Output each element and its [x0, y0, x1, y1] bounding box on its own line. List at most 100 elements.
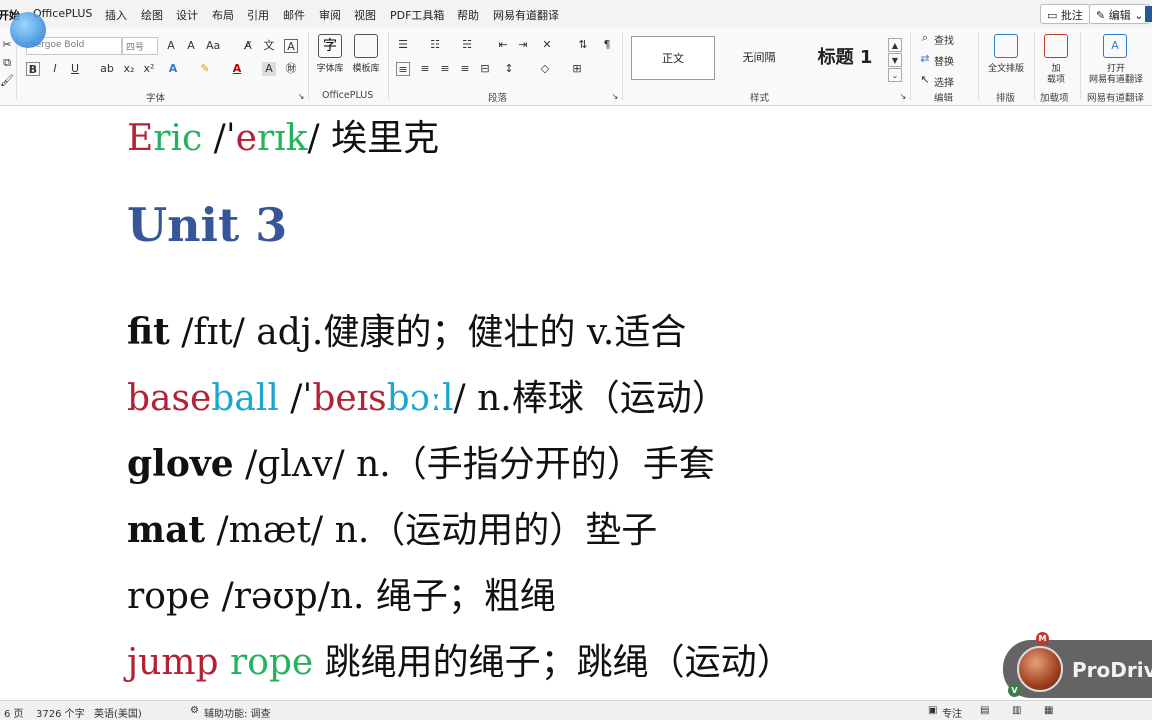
bold-button[interactable]: B: [26, 62, 40, 76]
subscript-icon[interactable]: x₂: [122, 62, 136, 76]
read-mode-icon[interactable]: ▤: [980, 705, 989, 716]
styles-scroll-up-icon[interactable]: ▲: [888, 38, 902, 52]
font-group-label: 字体: [146, 93, 166, 104]
shrink-font-icon[interactable]: A: [184, 39, 198, 53]
underline-button[interactable]: U: [68, 62, 82, 76]
find-icon[interactable]: ⌕: [918, 31, 932, 45]
char-border-icon[interactable]: A: [284, 39, 298, 53]
strikethrough-icon[interactable]: ab: [100, 62, 114, 76]
template-library-label[interactable]: 模板库: [348, 61, 384, 74]
styles-scroll-down-icon[interactable]: ▼: [888, 53, 902, 67]
style-normal[interactable]: 正文: [631, 36, 715, 80]
word-count[interactable]: 3726 个字: [36, 705, 85, 720]
font-color-icon[interactable]: A: [230, 62, 244, 76]
page-count[interactable]: 6 页: [4, 705, 24, 720]
word-window: 开始 OfficePLUS 插入 绘图 设计 布局 引用 邮件 审阅 视图 PD…: [0, 0, 1152, 720]
sort-icon[interactable]: ⇅: [576, 38, 590, 52]
accessibility-status[interactable]: 辅助功能: 调查: [204, 705, 271, 720]
account-edge: [1145, 6, 1152, 22]
borders-icon[interactable]: ⊞: [570, 62, 584, 76]
clear-format-icon[interactable]: A̸: [241, 39, 255, 53]
italic-button[interactable]: I: [48, 62, 62, 76]
tab-layout[interactable]: 布局: [212, 7, 234, 23]
doc-line-glove: glove /ɡlʌv/ n.（手指分开的）手套: [127, 443, 715, 485]
text-effects-icon[interactable]: A: [166, 62, 180, 76]
show-marks-icon[interactable]: ¶: [600, 38, 614, 52]
style-no-spacing[interactable]: 无间隔: [717, 36, 801, 80]
font-library-label[interactable]: 字体库: [312, 61, 348, 74]
numbering-icon[interactable]: ☷: [428, 38, 442, 52]
font-size-box[interactable]: 四号: [122, 37, 158, 55]
tab-insert[interactable]: 插入: [105, 7, 127, 23]
chinese-layout-icon[interactable]: ✕: [540, 38, 554, 52]
paragraph-group-label: 段落: [488, 93, 508, 104]
styles-dialog-launcher-icon[interactable]: ↘: [896, 90, 910, 104]
doc-line-baseball: baseball /ˈbeɪsbɔːl/ n.棒球（运动）: [127, 378, 728, 419]
youdao-translate-icon[interactable]: A: [1103, 34, 1127, 58]
full-layout-button[interactable]: 全文排版: [982, 61, 1030, 74]
template-library-icon[interactable]: [354, 34, 378, 58]
prodrive-logo-icon: [1017, 646, 1063, 692]
officeplus-group-label: OfficePLUS: [322, 90, 374, 101]
document-page[interactable]: Eric /ˈerɪk/ 埃里克 Unit 3 fit /fɪt/ adj.健康…: [0, 106, 1152, 700]
tab-pdf-tools[interactable]: PDF工具箱: [390, 7, 444, 23]
tab-help[interactable]: 帮助: [457, 7, 479, 23]
phonetic-guide-icon[interactable]: 文: [262, 39, 276, 53]
floating-assistant-bubble[interactable]: [10, 12, 46, 48]
format-painter-icon[interactable]: 🖌: [0, 74, 14, 88]
increase-indent-icon[interactable]: ⇥: [516, 38, 530, 52]
style-heading-1[interactable]: 标题 1: [803, 36, 887, 80]
language-indicator[interactable]: 英语(美国): [94, 705, 142, 720]
select-button[interactable]: 选择: [934, 74, 954, 89]
shading-icon[interactable]: ◇: [538, 62, 552, 76]
addins-label-line2[interactable]: 载项: [1040, 72, 1072, 85]
print-layout-icon[interactable]: ▥: [1012, 705, 1021, 716]
edit-mode-button[interactable]: ✎ 编辑 ⌄: [1089, 4, 1151, 24]
doc-line-mat: mat /mæt/ n.（运动用的）垫子: [127, 509, 658, 551]
change-case-icon[interactable]: Aa: [206, 39, 220, 53]
paragraph-dialog-launcher-icon[interactable]: ↘: [608, 90, 622, 104]
full-layout-icon[interactable]: [994, 34, 1018, 58]
superscript-icon[interactable]: x²: [142, 62, 156, 76]
replace-icon[interactable]: ⇄: [918, 52, 932, 66]
tab-references[interactable]: 引用: [247, 7, 269, 23]
comment-button[interactable]: ▭ 批注: [1040, 4, 1090, 24]
tab-draw[interactable]: 绘图: [141, 7, 163, 23]
tab-view[interactable]: 视图: [354, 7, 376, 23]
multilevel-list-icon[interactable]: ☵: [460, 38, 474, 52]
doc-line-rope: rope /rəʊp/n. 绳子；粗绳: [127, 576, 556, 617]
youdao-open-label-line2[interactable]: 网易有道翻译: [1086, 72, 1146, 85]
grow-font-icon[interactable]: A: [164, 39, 178, 53]
doc-line-fit: fit /fɪt/ adj.健康的；健壮的 v.适合: [127, 311, 687, 353]
cut-icon[interactable]: ✂: [0, 38, 14, 52]
chevron-down-icon: ⌄: [1130, 9, 1144, 22]
bullets-icon[interactable]: ☰: [396, 38, 410, 52]
enclose-char-icon[interactable]: ㊖: [284, 62, 298, 76]
styles-more-icon[interactable]: ⌄: [888, 68, 902, 82]
decrease-indent-icon[interactable]: ⇤: [496, 38, 510, 52]
justify-icon[interactable]: ≡: [458, 62, 472, 76]
find-button[interactable]: 查找: [934, 32, 954, 47]
align-center-icon[interactable]: ≡: [418, 62, 432, 76]
align-right-icon[interactable]: ≡: [438, 62, 452, 76]
align-left-icon[interactable]: ≡: [396, 62, 410, 76]
copy-icon[interactable]: ⧉: [0, 56, 14, 70]
select-icon[interactable]: ↖: [918, 73, 932, 87]
char-shading-icon[interactable]: A: [262, 62, 276, 76]
addins-icon[interactable]: [1044, 34, 1068, 58]
badge-v: V: [1008, 684, 1021, 697]
font-library-icon[interactable]: 字: [318, 34, 342, 58]
replace-button[interactable]: 替换: [934, 53, 954, 68]
tab-youdao[interactable]: 网易有道翻译: [493, 7, 559, 23]
font-dialog-launcher-icon[interactable]: ↘: [294, 90, 308, 104]
tab-mailings[interactable]: 邮件: [283, 7, 305, 23]
layout-group-label: 排版: [996, 93, 1016, 104]
focus-mode-button[interactable]: 专注: [942, 705, 962, 720]
distributed-icon[interactable]: ⊟: [478, 62, 492, 76]
pencil-icon: ✎: [1096, 9, 1109, 22]
tab-review[interactable]: 审阅: [319, 7, 341, 23]
tab-design[interactable]: 设计: [176, 7, 198, 23]
highlight-icon[interactable]: ✎: [198, 62, 212, 76]
line-spacing-icon[interactable]: ↕: [502, 62, 516, 76]
web-layout-icon[interactable]: ▦: [1044, 705, 1053, 716]
